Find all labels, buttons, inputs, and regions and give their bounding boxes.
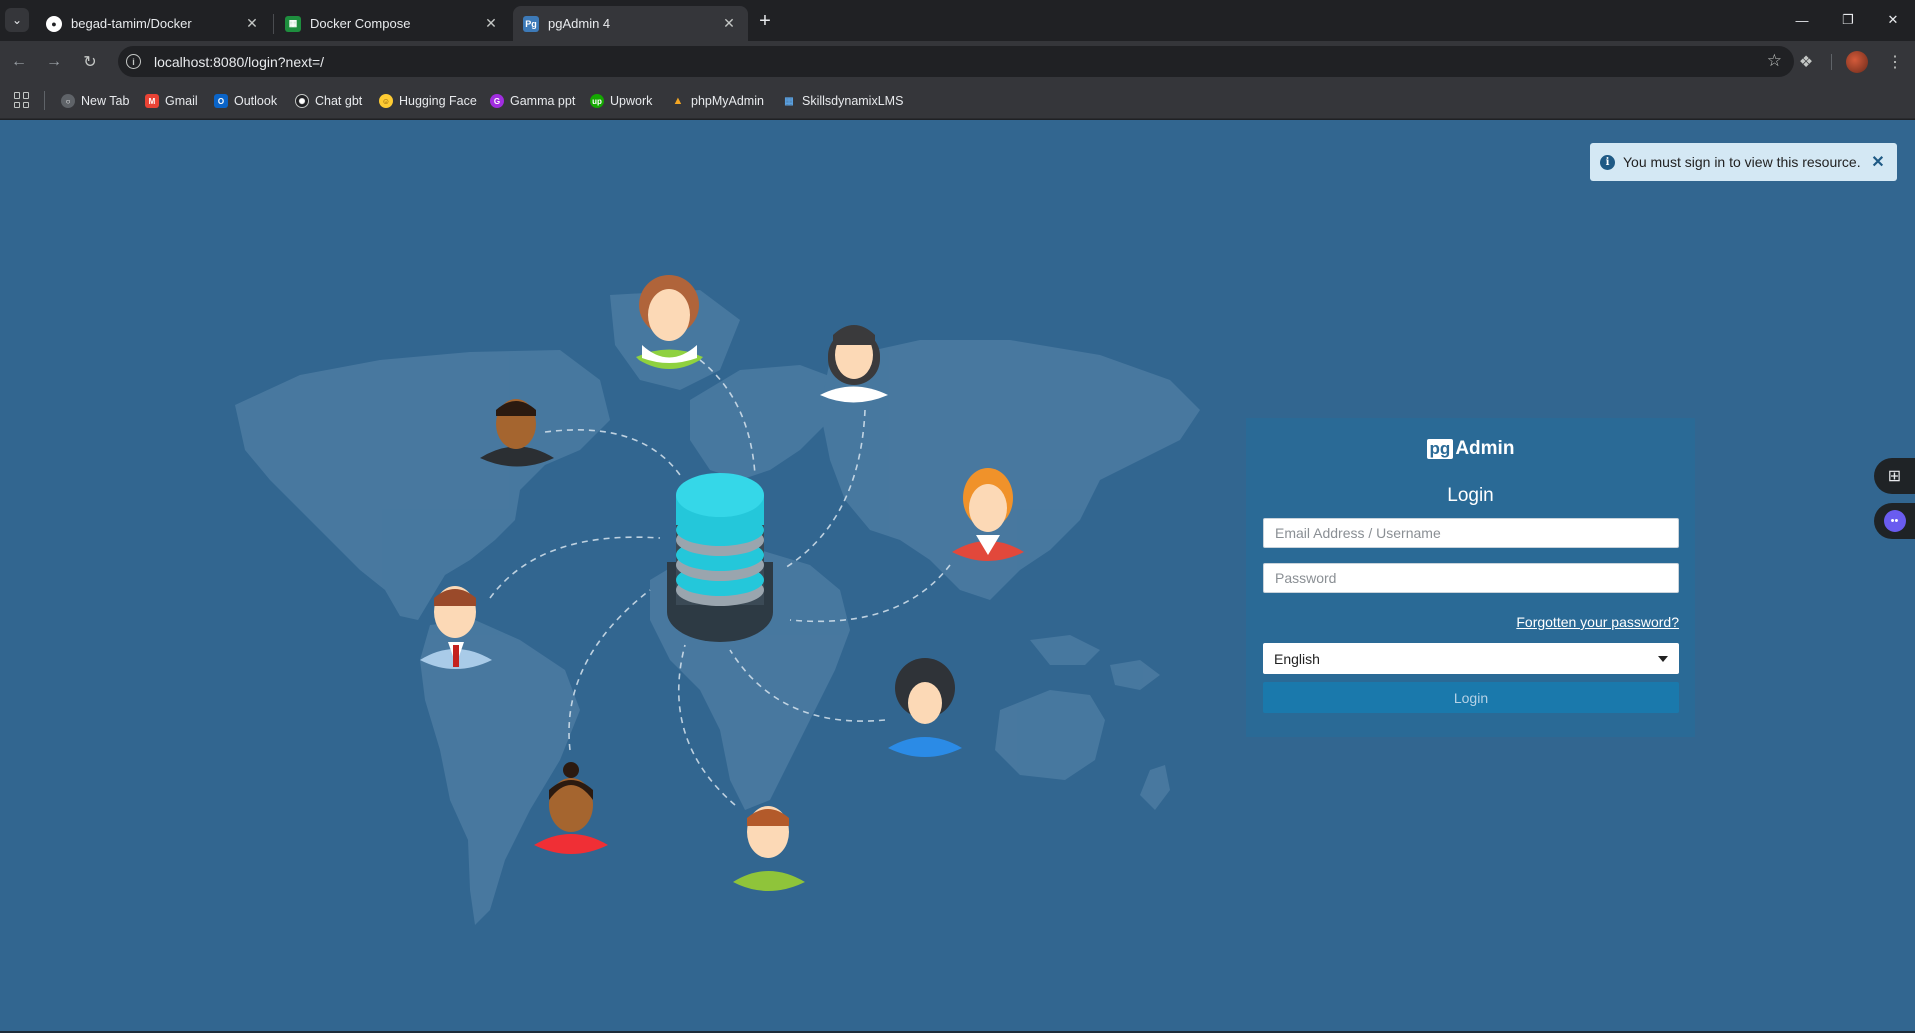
toolbar-divider <box>1831 54 1832 70</box>
extensions-button[interactable]: ❖ <box>1794 50 1818 74</box>
minimize-icon: — <box>1795 12 1809 28</box>
bookmark-outlook[interactable]: O Outlook <box>214 91 277 111</box>
bookmark-label: Outlook <box>234 94 278 108</box>
pgadmin-login-page: i You must sign in to view this resource… <box>0 120 1915 1033</box>
tab-title: begad-tamim/Docker <box>71 16 192 31</box>
hugging-face-icon: ☺ <box>379 94 393 108</box>
bookmark-hugging-face[interactable]: ☺ Hugging Face <box>379 91 477 111</box>
email-username-input[interactable] <box>1263 518 1679 548</box>
bookmark-label: Chat gbt <box>315 94 363 108</box>
bookmarks-bar: ○ New Tab M Gmail O Outlook ✺ Chat gbt ☺… <box>0 82 1915 119</box>
bookmark-label: phpMyAdmin <box>691 94 764 108</box>
arrow-left-icon: ← <box>11 53 27 70</box>
side-apps-button[interactable]: ⊞ <box>1874 458 1915 494</box>
close-tab-icon[interactable]: ✕ <box>482 15 500 33</box>
bookmark-label: New Tab <box>81 94 130 108</box>
bookmark-label: Hugging Face <box>399 94 477 108</box>
bookmark-chat-gbt[interactable]: ✺ Chat gbt <box>295 91 362 111</box>
person-avatar-top-woman <box>636 275 703 369</box>
google-sheets-icon: ▦ <box>285 15 301 32</box>
bookmark-label: Gamma ppt <box>510 94 576 108</box>
logo-pg-mark: pg <box>1426 439 1454 459</box>
tab-strip: ⌄ ● begad-tamim/Docker ✕ ▦ Docker Compos… <box>0 0 1915 41</box>
grid-icon: ⊞ <box>1887 468 1902 485</box>
gamma-icon: G <box>490 94 504 108</box>
language-select[interactable]: English <box>1263 643 1679 674</box>
pgadmin-logo: pg Admin <box>1246 438 1695 460</box>
minimize-button[interactable]: — <box>1780 6 1824 34</box>
tab-docker-compose[interactable]: ▦ Docker Compose ✕ <box>275 6 510 41</box>
address-url[interactable]: localhost:8080/login?next=/ <box>154 54 324 70</box>
person-avatar-young-man <box>733 806 805 891</box>
bookmark-star-icon[interactable]: ☆ <box>1767 51 1782 71</box>
address-bar[interactable]: i localhost:8080/login?next=/ ☆ <box>118 46 1794 77</box>
tab-github[interactable]: ● begad-tamim/Docker ✕ <box>36 6 271 41</box>
browser-window: ⌄ ● begad-tamim/Docker ✕ ▦ Docker Compos… <box>0 0 1915 1033</box>
logo-wordmark: Admin <box>1455 438 1515 459</box>
caret-down-icon <box>1658 655 1668 662</box>
apps-grid-icon[interactable] <box>14 92 30 108</box>
tab-title: Docker Compose <box>310 16 411 31</box>
bookmark-phpmyadmin[interactable]: ▲ phpMyAdmin <box>671 91 764 111</box>
signin-required-alert: i You must sign in to view this resource… <box>1590 143 1897 181</box>
password-input[interactable] <box>1263 563 1679 593</box>
bookmarks-divider <box>44 91 45 110</box>
profile-avatar[interactable] <box>1846 51 1868 73</box>
globe-icon: ○ <box>61 94 75 108</box>
reload-button[interactable]: ↻ <box>77 49 103 75</box>
alert-message: You must sign in to view this resource. <box>1623 154 1861 170</box>
openai-icon: ✺ <box>295 94 309 108</box>
site-info-icon[interactable]: i <box>126 54 141 69</box>
restore-button[interactable]: ❐ <box>1826 6 1870 34</box>
gmail-icon: M <box>145 94 159 108</box>
database-icon <box>667 473 773 642</box>
browser-menu-button[interactable]: ⋮ <box>1883 50 1907 74</box>
upwork-icon: up <box>590 94 604 108</box>
bookmark-new-tab[interactable]: ○ New Tab <box>61 91 129 111</box>
reload-icon: ↻ <box>83 54 97 71</box>
lms-icon: ▦ <box>784 95 794 107</box>
tab-divider <box>273 14 274 34</box>
tab-search-button[interactable]: ⌄ <box>5 8 29 32</box>
close-tab-icon[interactable]: ✕ <box>243 15 261 33</box>
bookmark-label: Upwork <box>610 94 653 108</box>
bookmark-upwork[interactable]: up Upwork <box>590 91 652 111</box>
language-value: English <box>1274 650 1320 667</box>
login-button[interactable]: Login <box>1263 682 1679 713</box>
close-icon[interactable]: ✕ <box>1869 153 1887 171</box>
close-window-button[interactable]: ✕ <box>1871 6 1915 34</box>
browser-toolbar: ← → ↻ i localhost:8080/login?next=/ ☆ ❖ … <box>0 41 1915 82</box>
new-tab-button[interactable]: + <box>752 8 778 34</box>
tab-title: pgAdmin 4 <box>548 16 611 31</box>
more-vertical-icon: ⋮ <box>1887 54 1903 71</box>
outlook-icon: O <box>214 94 228 108</box>
close-tab-icon[interactable]: ✕ <box>720 15 738 33</box>
side-assistant-button[interactable]: •• <box>1874 503 1915 539</box>
bookmark-skillsdynamix-lms[interactable]: ▦ SkillsdynamixLMS <box>782 91 903 111</box>
plus-icon: + <box>759 9 771 32</box>
phpmyadmin-icon: ▲ <box>672 95 684 107</box>
bookmark-label: Gmail <box>165 94 198 108</box>
pgadmin-icon: Pg <box>523 15 539 32</box>
back-button[interactable]: ← <box>6 49 32 75</box>
login-panel: pg Admin Login Forgotten your password? … <box>1246 418 1695 737</box>
puzzle-icon: ❖ <box>1798 54 1814 71</box>
forward-button[interactable]: → <box>41 49 67 75</box>
arrow-right-icon: → <box>46 53 62 70</box>
forgot-password-link[interactable]: Forgotten your password? <box>1516 614 1679 630</box>
tab-pgadmin[interactable]: Pg pgAdmin 4 ✕ <box>513 6 748 41</box>
chevron-down-icon: ⌄ <box>11 13 23 27</box>
person-avatar-afro <box>888 658 962 757</box>
bookmark-label: SkillsdynamixLMS <box>802 94 904 108</box>
restore-icon: ❐ <box>1842 12 1854 27</box>
bookmark-gamma-ppt[interactable]: G Gamma ppt <box>490 91 575 111</box>
bookmark-gmail[interactable]: M Gmail <box>145 91 198 111</box>
login-heading: Login <box>1447 485 1494 506</box>
close-icon: ✕ <box>1887 12 1899 27</box>
person-avatar-long-hair <box>820 325 888 403</box>
assistant-bot-icon: •• <box>1883 510 1906 532</box>
info-icon: i <box>1600 154 1615 170</box>
github-icon: ● <box>46 15 62 32</box>
